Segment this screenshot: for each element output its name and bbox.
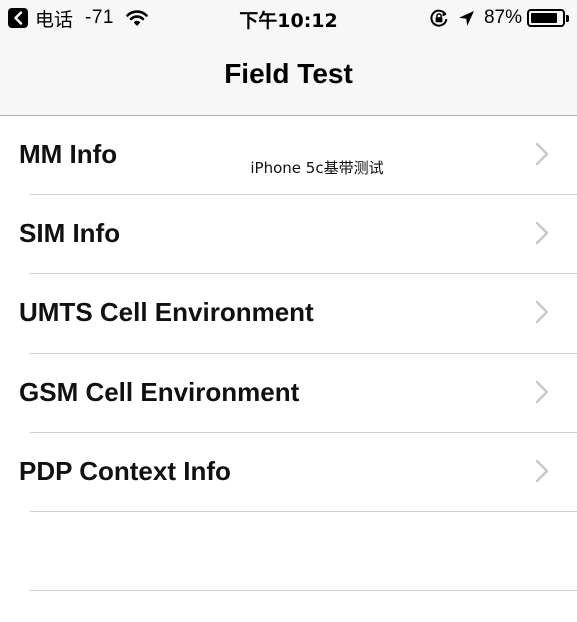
list-item-umts-cell-environment[interactable]: UMTS Cell Environment [0,274,577,354]
battery-icon [527,9,565,27]
empty-list-row [0,512,577,592]
page-title: Field Test [224,58,353,89]
orientation-lock-icon [430,9,448,27]
row-separator [30,590,577,592]
navigation-bar: Field Test [0,36,577,116]
chevron-right-icon [535,301,549,324]
chevron-right-icon [535,459,549,482]
list-item-label: PDP Context Info [19,455,231,486]
list-item-label: MM Info [19,139,118,169]
battery-level-fill [531,13,558,23]
list-item-sim-info[interactable]: SIM Info [0,195,577,275]
location-arrow-icon [458,10,474,26]
battery-percent: 87% [483,7,522,28]
caption-overlay: iPhone 5c基带测试 [222,140,412,194]
status-bar-right: 87% [429,7,569,29]
chevron-right-icon [535,380,549,403]
chevron-right-icon [535,142,549,166]
list-item-pdp-context-info[interactable]: PDP Context Info [0,433,577,512]
list-item-label: UMTS Cell Environment [19,297,314,328]
status-bar: 电话 -71 下午10:12 87% [0,0,577,36]
list-item-gsm-cell-environment[interactable]: GSM Cell Environment [0,354,577,433]
list-item-label: SIM Info [19,218,121,249]
chevron-right-icon [535,221,549,245]
list-item-label: GSM Cell Environment [19,376,300,407]
battery-cap [566,14,569,22]
